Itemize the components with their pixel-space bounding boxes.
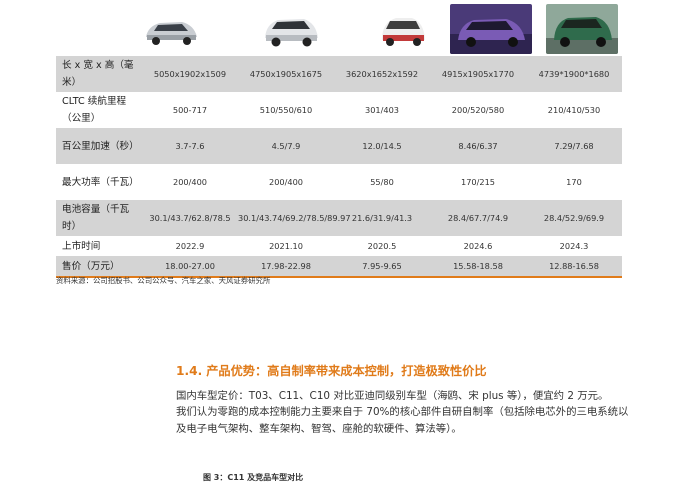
figure-caption: 图 3：C11 及竞品车型对比 [203,473,304,482]
table-cell: 2020.5 [367,241,397,251]
table-cell: 30.1/43.74/69.2/78.5/89.97 [238,200,351,236]
table-cell: 2024.3 [559,241,589,251]
table-cell: 170/215 [460,177,495,187]
paragraph-cost-control: 我们认为零跑的成本控制能力主要来自于 70%的核心部件自研自制率（包括除电芯外的… [176,406,629,435]
car-image-4 [450,4,532,54]
row-label: 电池容量（千瓦时） [56,200,142,236]
section-number: 1.4. [176,364,203,378]
car-image-1 [138,4,204,54]
table-cell: 2021.10 [269,241,303,251]
table-cell: 4750x1905x1675 [238,56,334,92]
row-label: CLTC 续航里程（公里） [62,96,127,124]
table-cell: 18.00-27.00 [142,256,238,278]
table-row: 上市时间 2022.9 2021.10 2020.5 2024.6 2024.3 [56,236,622,256]
table-cell: 12.0/14.5 [334,128,430,164]
section-title: 产品优势：高自制率带来成本控制，打造极致性价比 [206,364,487,378]
table-row: 售价（万元） 18.00-27.00 17.98-22.98 7.95-9.65 15.… [56,256,622,278]
table-cell: 510/550/610 [259,105,313,115]
table-cell: 170 [566,177,582,187]
row-label: 售价（万元） [56,256,142,278]
row-label: 上市时间 [62,240,101,252]
table-cell: 200/400 [268,177,303,187]
table-row: 百公里加速（秒） 3.7-7.6 4.5/7.9 12.0/14.5 8.46/6.37… [56,128,622,164]
table-row: 电池容量（千瓦时） 30.1/43.7/62.8/78.5 30.1/43.74/6… [56,200,622,236]
table-row: CLTC 续航里程（公里） 500-717 510/550/610 301/403 20… [56,92,622,128]
table-cell: 2022.9 [175,241,205,251]
paragraph-pricing: 国内车型定价：T03、C11、C10 对比亚迪同级别车型（海鸥、宋 plus 等… [176,390,609,402]
table-cell: 500-717 [172,105,208,115]
table-cell: 210/410/530 [547,105,601,115]
source-note: 资料来源：公司招股书、公司公众号、汽车之家、天风证券研究所 [56,276,271,285]
row-label: 最大功率（千瓦） [62,176,139,188]
table-cell: 3620x1652x1592 [334,56,430,92]
table-cell: 4915x1905x1770 [430,56,526,92]
table-cell: 12.88-16.58 [526,256,622,278]
table-cell: 2024.6 [463,241,493,251]
spec-comparison-table: 长 x 宽 x 高（毫米） 5050x1902x1509 4750x1905x167… [56,56,622,278]
table-cell: 200/520/580 [451,105,505,115]
table-cell: 30.1/43.7/62.8/78.5 [142,200,238,236]
table-cell: 4739*1900*1680 [526,56,622,92]
car-image-2 [258,4,324,54]
table-cell: 17.98-22.98 [238,256,334,278]
table-cell: 7.95-9.65 [334,256,430,278]
table-cell: 15.58-18.58 [430,256,526,278]
table-cell: 200/400 [172,177,207,187]
table-cell: 28.4/52.9/69.9 [526,200,622,236]
section-heading: 1.4. 产品优势：高自制率带来成本控制，打造极致性价比 [176,361,487,379]
table-cell: 7.29/7.68 [526,128,622,164]
table-row: 长 x 宽 x 高（毫米） 5050x1902x1509 4750x1905x167… [56,56,622,92]
car-image-3 [370,4,436,54]
table-cell: 4.5/7.9 [238,128,334,164]
car-image-5 [546,4,618,54]
table-cell: 28.4/67.7/74.9 [430,200,526,236]
car-image-row [0,0,674,56]
table-cell: 8.46/6.37 [430,128,526,164]
row-label: 百公里加速（秒） [56,128,142,164]
table-cell: 55/80 [370,177,394,187]
table-cell: 3.7-7.6 [142,128,238,164]
table-row: 最大功率（千瓦） 200/400 200/400 55/80 170/215 170 [56,164,622,200]
row-label: 长 x 宽 x 高（毫米） [56,56,142,92]
table-cell: 5050x1902x1509 [142,56,238,92]
table-cell: 301/403 [364,105,399,115]
